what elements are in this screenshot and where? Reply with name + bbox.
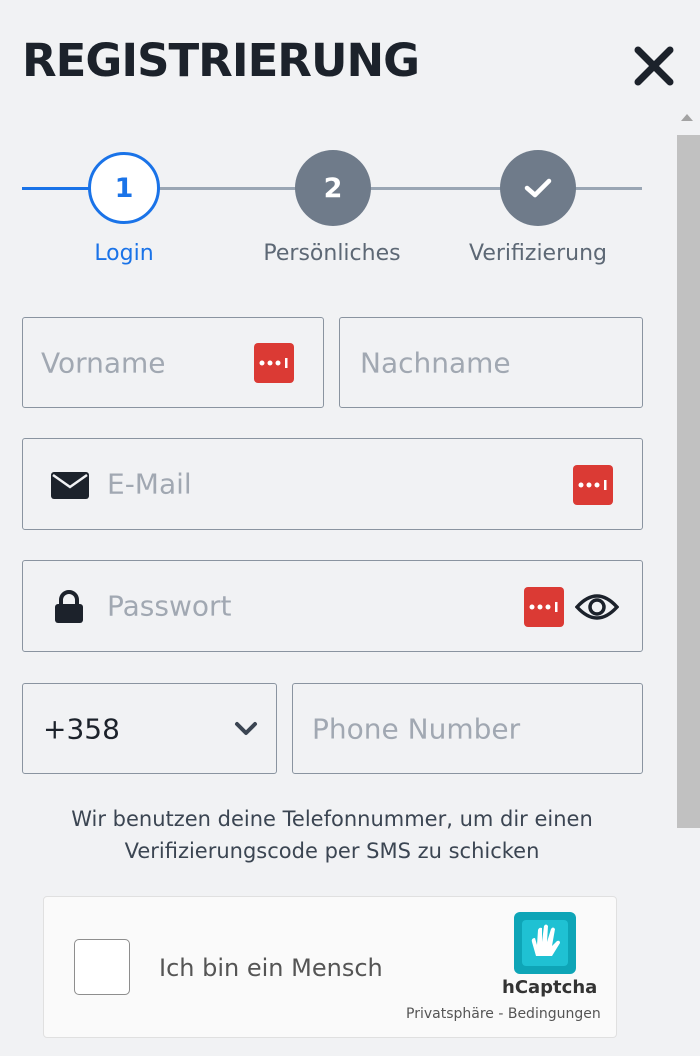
step-3-circle: [500, 150, 576, 226]
phone-number-placeholder: Phone Number: [312, 712, 521, 745]
step-1-number: 1: [114, 172, 134, 204]
email-placeholder: E-Mail: [107, 467, 192, 501]
eye-icon[interactable]: [575, 591, 619, 623]
close-icon[interactable]: [630, 42, 678, 90]
phone-number-field[interactable]: Phone Number: [292, 683, 643, 774]
step-2-circle: 2: [295, 150, 371, 226]
country-code-select[interactable]: +358: [22, 683, 277, 774]
step-line: [362, 187, 506, 190]
country-code-value: +358: [43, 712, 120, 745]
email-field[interactable]: E-Mail: [22, 438, 643, 530]
captcha-checkbox[interactable]: [74, 939, 130, 995]
password-manager-icon[interactable]: [524, 587, 564, 627]
captcha-brand: hCaptcha: [502, 977, 598, 998]
first-name-placeholder: Vorname: [41, 346, 166, 379]
password-field[interactable]: Passwort: [22, 560, 643, 652]
last-name-placeholder: Nachname: [360, 346, 511, 379]
step-line-active: [22, 187, 94, 190]
lock-icon: [55, 590, 83, 623]
hcaptcha-logo-icon: [514, 912, 576, 974]
scroll-up-arrow-icon[interactable]: [681, 114, 693, 121]
hcaptcha-widget: Ich bin ein Mensch hCaptcha Privatsphäre…: [43, 896, 617, 1038]
step-1-circle: 1: [88, 152, 160, 224]
chevron-down-icon: [235, 722, 257, 735]
step-2-number: 2: [323, 172, 343, 204]
phone-helper-text: Wir benutzen deine Telefonnummer, um dir…: [71, 807, 593, 863]
page-title: REGISTRIERUNG: [22, 34, 420, 87]
password-manager-icon[interactable]: [254, 343, 294, 383]
password-manager-icon[interactable]: [573, 465, 613, 505]
captcha-links[interactable]: Privatsphäre - Bedingungen: [406, 1006, 601, 1022]
last-name-field[interactable]: Nachname: [339, 317, 643, 408]
first-name-field[interactable]: Vorname: [22, 317, 324, 408]
step-3-label: Verifizierung: [469, 241, 607, 266]
step-1-label: Login: [94, 241, 154, 266]
step-2-label: Persönliches: [263, 241, 401, 266]
step-line: [156, 187, 300, 190]
step-line: [568, 187, 642, 190]
checkmark-icon: [524, 178, 552, 198]
captcha-label: Ich bin ein Mensch: [159, 954, 383, 982]
scrollbar-thumb[interactable]: [677, 135, 700, 828]
password-placeholder: Passwort: [107, 589, 232, 623]
envelope-icon: [51, 472, 89, 499]
